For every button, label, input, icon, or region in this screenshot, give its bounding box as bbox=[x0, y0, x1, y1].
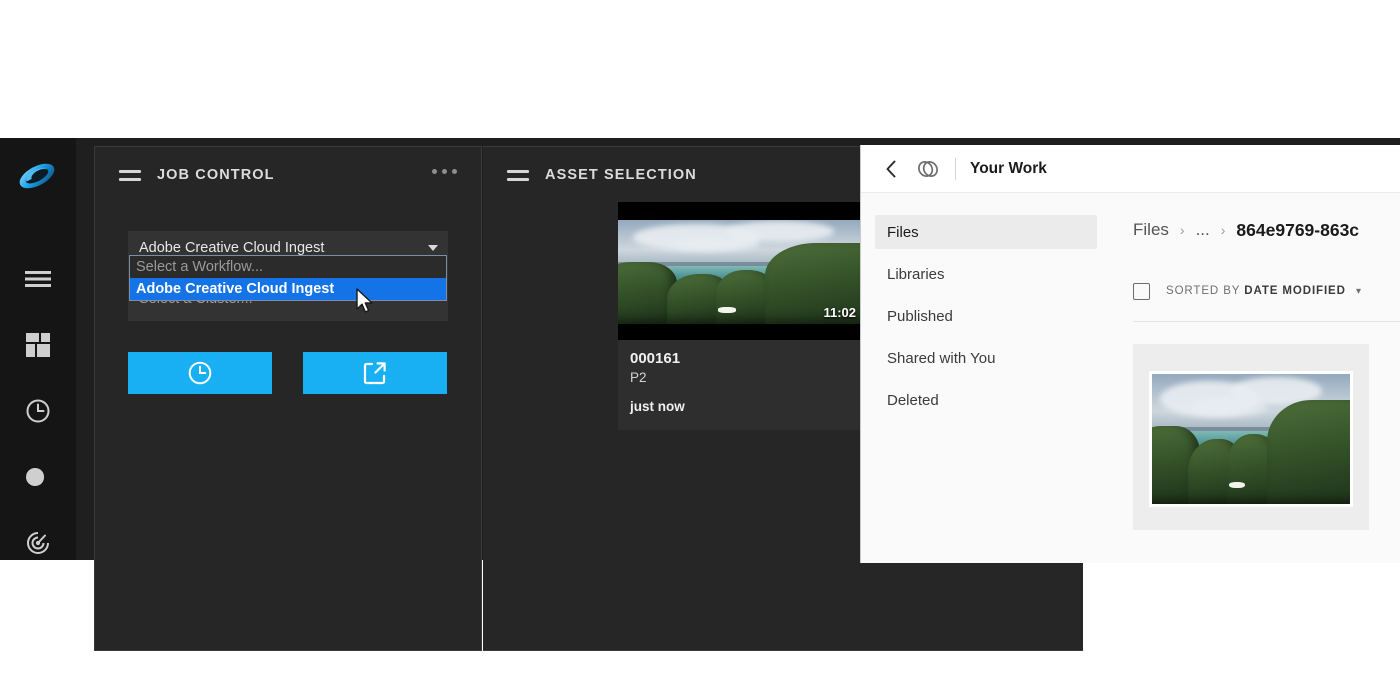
workflow-select-value: Adobe Creative Cloud Ingest bbox=[139, 240, 325, 256]
lagoon-thumbnail-image bbox=[1152, 374, 1350, 504]
chevron-right-icon: › bbox=[1220, 222, 1226, 238]
creative-cloud-panel: Your Work Files Libraries Published Shar… bbox=[860, 145, 1400, 563]
sidebar-item-contrast[interactable] bbox=[0, 444, 76, 510]
sidebar-item-label: Files bbox=[887, 223, 919, 241]
creative-cloud-header: Your Work bbox=[861, 145, 1400, 193]
screenshot-root: JOB CONTROL Adobe Creative Cloud Ingest … bbox=[0, 0, 1400, 700]
chevron-left-icon[interactable] bbox=[881, 159, 901, 179]
sidebar-item-label: Libraries bbox=[887, 265, 945, 283]
dashboard-grid-icon bbox=[26, 333, 50, 357]
job-control-title: JOB CONTROL bbox=[157, 167, 275, 183]
clock-icon bbox=[187, 360, 213, 386]
content-divider bbox=[1133, 321, 1400, 322]
launch-job-button[interactable] bbox=[303, 352, 447, 394]
drag-grip-icon[interactable] bbox=[507, 169, 529, 181]
schedule-job-button[interactable] bbox=[128, 352, 272, 394]
sort-label[interactable]: SORTED BY DATE MODIFIED ▾ bbox=[1166, 285, 1362, 297]
asset-modified-time: just now bbox=[630, 399, 685, 414]
workflow-option-placeholder[interactable]: Select a Workflow... bbox=[130, 256, 446, 278]
job-control-header: JOB CONTROL bbox=[95, 147, 481, 203]
breadcrumb-item-files[interactable]: Files bbox=[1133, 220, 1169, 240]
external-link-icon bbox=[362, 360, 388, 386]
sort-value: DATE MODIFIED bbox=[1244, 285, 1346, 297]
header-divider bbox=[955, 157, 956, 180]
asset-card-body: 000161 P2 just now bbox=[618, 340, 863, 430]
breadcrumb-item-ellipsis[interactable]: ... bbox=[1196, 220, 1210, 240]
asset-subtitle: P2 bbox=[630, 370, 647, 385]
clock-history-icon bbox=[25, 398, 51, 424]
creative-cloud-icon bbox=[915, 156, 941, 182]
creative-cloud-sidebar: Files Libraries Published Shared with Yo… bbox=[861, 193, 1111, 563]
asset-name: 000161 bbox=[630, 350, 681, 367]
file-tile[interactable] bbox=[1133, 344, 1369, 530]
left-navigation-rail bbox=[0, 138, 76, 560]
sidebar-item-label: Deleted bbox=[887, 391, 939, 409]
job-action-buttons bbox=[128, 352, 447, 394]
sidebar-item-files[interactable]: Files bbox=[875, 215, 1097, 249]
workflow-select-wrapper: Adobe Creative Cloud Ingest Select a Clu… bbox=[128, 231, 448, 321]
sort-toolbar: SORTED BY DATE MODIFIED ▾ bbox=[1111, 279, 1400, 303]
more-options-icon[interactable] bbox=[428, 165, 461, 178]
breadcrumb: Files › ... › 864e9769-863c bbox=[1111, 215, 1400, 245]
workflow-option-selected[interactable]: Adobe Creative Cloud Ingest bbox=[130, 278, 446, 300]
target-radar-icon bbox=[25, 530, 51, 556]
page-title: Your Work bbox=[970, 159, 1047, 177]
file-thumbnail bbox=[1149, 371, 1353, 507]
chevron-right-icon: › bbox=[1179, 222, 1185, 238]
sidebar-item-deleted[interactable]: Deleted bbox=[875, 383, 1097, 417]
hamburger-menu-icon bbox=[25, 270, 51, 288]
checkbox-unchecked-icon[interactable] bbox=[1133, 282, 1150, 300]
asset-selection-title: ASSET SELECTION bbox=[545, 167, 697, 183]
breadcrumb-item-current: 864e9769-863c bbox=[1236, 219, 1360, 240]
chevron-down-icon bbox=[428, 245, 438, 251]
sidebar-item-monitor[interactable] bbox=[0, 510, 76, 576]
chevron-down-icon: ▾ bbox=[1355, 286, 1362, 297]
sidebar-item-libraries[interactable]: Libraries bbox=[875, 257, 1097, 291]
drag-grip-icon[interactable] bbox=[119, 169, 141, 181]
sort-prefix: SORTED BY bbox=[1166, 285, 1241, 297]
rail-icon-list bbox=[0, 246, 76, 576]
asset-card[interactable]: 11:02 000161 P2 just now bbox=[618, 202, 863, 430]
sidebar-item-menu[interactable] bbox=[0, 246, 76, 312]
creative-cloud-content: Files › ... › 864e9769-863c SORTED BY DA… bbox=[1111, 193, 1400, 563]
sidebar-item-history[interactable] bbox=[0, 378, 76, 444]
sidebar-item-published[interactable]: Published bbox=[875, 299, 1097, 333]
signiant-orbit-logo[interactable] bbox=[13, 152, 61, 200]
sidebar-item-label: Shared with You bbox=[887, 349, 996, 367]
sidebar-item-shared-with-you[interactable]: Shared with You bbox=[875, 341, 1097, 375]
sidebar-item-label: Published bbox=[887, 307, 953, 325]
sidebar-item-dashboard[interactable] bbox=[0, 312, 76, 378]
asset-thumbnail[interactable]: 11:02 bbox=[618, 202, 863, 340]
job-control-panel: JOB CONTROL Adobe Creative Cloud Ingest … bbox=[94, 146, 482, 651]
creative-cloud-body: Files Libraries Published Shared with Yo… bbox=[861, 193, 1400, 563]
asset-duration: 11:02 bbox=[823, 305, 856, 320]
workflow-options-list[interactable]: Select a Workflow... Adobe Creative Clou… bbox=[129, 255, 447, 301]
eclipse-contrast-icon bbox=[24, 465, 52, 489]
